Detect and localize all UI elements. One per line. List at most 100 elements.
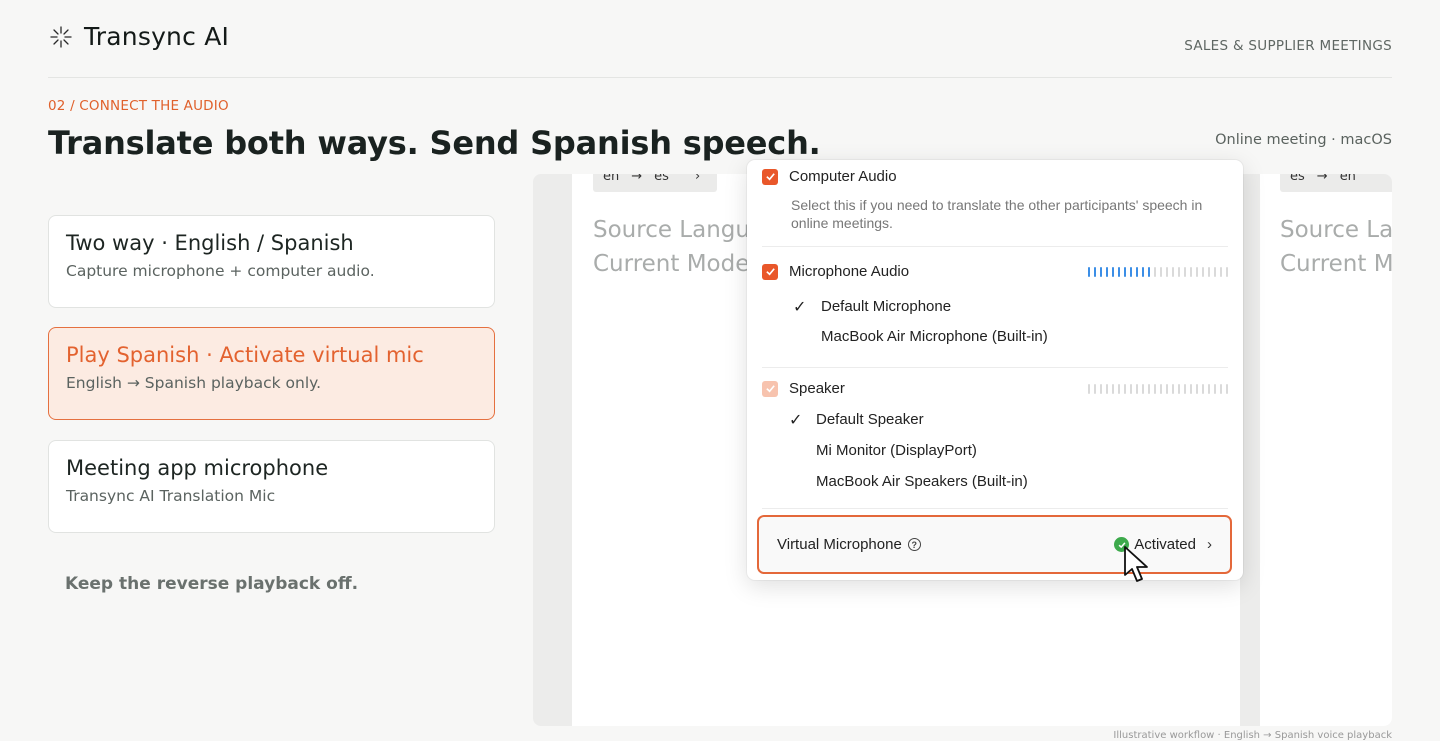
- audio-source-menu: Computer Audio Select this if you need t…: [747, 160, 1243, 580]
- meter-bar: [1130, 384, 1132, 394]
- speaker-device-monitor[interactable]: Mi Monitor (DisplayPort): [816, 442, 977, 459]
- lang-to: en: [1339, 174, 1356, 184]
- meter-bar: [1184, 267, 1186, 277]
- meter-bar: [1214, 384, 1216, 394]
- chevron-right-icon: ›: [1207, 536, 1212, 553]
- card-play-spanish[interactable]: Play Spanish · Activate virtual mic Engl…: [48, 327, 495, 420]
- meter-bar: [1148, 267, 1150, 277]
- speaker-device-default[interactable]: Default Speaker: [816, 411, 924, 428]
- meter-bar: [1160, 267, 1162, 277]
- meter-bar: [1208, 384, 1210, 394]
- checkmark-icon: ✓: [789, 412, 803, 429]
- arrow-right-icon: →: [631, 174, 643, 184]
- meter-bar: [1208, 267, 1210, 277]
- sparkle-logo-icon: [50, 25, 72, 48]
- card-title: Two way · English / Spanish: [66, 231, 354, 255]
- virtual-microphone-row[interactable]: Virtual Microphone ? Activated ›: [757, 515, 1232, 574]
- meter-bar: [1130, 267, 1132, 277]
- meter-bar: [1088, 267, 1090, 277]
- menu-divider: [762, 246, 1228, 247]
- meter-bar: [1220, 267, 1222, 277]
- card-meeting-mic[interactable]: Meeting app microphone Transync AI Trans…: [48, 440, 495, 533]
- meter-bar: [1106, 267, 1108, 277]
- lang-to: es: [654, 174, 669, 184]
- meter-bar: [1094, 384, 1096, 394]
- meter-bar: [1202, 384, 1204, 394]
- virtual-mic-label: Virtual Microphone: [777, 536, 902, 553]
- meter-bar: [1118, 267, 1120, 277]
- computer-audio-option[interactable]: Computer Audio: [762, 168, 897, 185]
- mic-level-meter: [1088, 267, 1228, 277]
- meter-bar: [1190, 267, 1192, 277]
- computer-audio-description: Select this if you need to translate the…: [791, 197, 1203, 231]
- meter-bar: [1154, 384, 1156, 394]
- meter-bar: [1112, 267, 1114, 277]
- lang-from: en: [603, 174, 620, 184]
- brand-name: Transync AI: [84, 22, 230, 51]
- header-divider: [48, 77, 1392, 78]
- option-label: Speaker: [789, 380, 845, 397]
- language-pair-chip[interactable]: es → en: [1280, 174, 1392, 192]
- meter-bar: [1226, 384, 1228, 394]
- meter-bar: [1226, 267, 1228, 277]
- translation-pane-right: es → en Source La Current M: [1260, 174, 1392, 726]
- meter-bar: [1118, 384, 1120, 394]
- card-subtitle: Capture microphone + computer audio.: [66, 262, 375, 280]
- meter-bar: [1202, 267, 1204, 277]
- meter-bar: [1106, 384, 1108, 394]
- brand-logo[interactable]: Transync AI: [50, 22, 229, 51]
- meter-bar: [1142, 267, 1144, 277]
- meter-bar: [1148, 384, 1150, 394]
- speaker-level-meter: [1088, 384, 1228, 394]
- meter-bar: [1100, 384, 1102, 394]
- checkbox-checked-disabled-icon[interactable]: [762, 380, 778, 397]
- menu-divider: [762, 367, 1228, 368]
- meter-bar: [1142, 384, 1144, 394]
- meter-bar: [1124, 267, 1126, 277]
- meter-bar: [1220, 384, 1222, 394]
- card-title: Play Spanish · Activate virtual mic: [66, 343, 424, 367]
- mic-device-default[interactable]: Default Microphone: [821, 298, 951, 315]
- meter-bar: [1136, 267, 1138, 277]
- meter-bar: [1100, 267, 1102, 277]
- card-subtitle: English → Spanish playback only.: [66, 374, 322, 392]
- microphone-audio-option[interactable]: Microphone Audio: [762, 263, 909, 280]
- language-pair-chip[interactable]: en → es ›: [593, 174, 717, 192]
- platform-meta: Online meeting · macOS: [1215, 132, 1392, 148]
- card-two-way[interactable]: Two way · English / Spanish Capture micr…: [48, 215, 495, 308]
- meter-bar: [1088, 384, 1090, 394]
- meter-bar: [1094, 267, 1096, 277]
- option-label: Microphone Audio: [789, 263, 910, 280]
- speaker-option[interactable]: Speaker: [762, 380, 845, 397]
- meter-bar: [1112, 384, 1114, 394]
- page-title: Translate both ways. Send Spanish speech…: [48, 124, 821, 162]
- chevron-right-icon: ›: [694, 174, 701, 184]
- step-label: 02 / CONNECT THE AUDIO: [48, 98, 229, 114]
- meter-bar: [1184, 384, 1186, 394]
- meter-bar: [1196, 384, 1198, 394]
- meter-bar: [1172, 267, 1174, 277]
- meter-bar: [1178, 267, 1180, 277]
- checkbox-checked-icon[interactable]: [762, 263, 778, 280]
- card-title: Meeting app microphone: [66, 456, 329, 480]
- speaker-device-builtin[interactable]: MacBook Air Speakers (Built-in): [816, 473, 1028, 490]
- source-language-text: Source La: [1280, 217, 1392, 243]
- meter-bar: [1136, 384, 1138, 394]
- meter-bar: [1178, 384, 1180, 394]
- meter-bar: [1214, 267, 1216, 277]
- arrow-right-icon: →: [1316, 174, 1328, 184]
- meter-bar: [1124, 384, 1126, 394]
- meter-bar: [1196, 267, 1198, 277]
- meter-bar: [1190, 384, 1192, 394]
- current-mode-text: Current Mode: [593, 251, 750, 277]
- checkmark-icon: ✓: [793, 299, 807, 316]
- lang-from: es: [1290, 174, 1305, 184]
- section-label: SALES & SUPPLIER MEETINGS: [1184, 38, 1392, 54]
- figure-caption: Illustrative workflow · English → Spanis…: [1113, 730, 1392, 741]
- checkbox-checked-icon[interactable]: [762, 168, 778, 185]
- meter-bar: [1172, 384, 1174, 394]
- help-icon[interactable]: ?: [907, 538, 921, 551]
- mic-device-builtin[interactable]: MacBook Air Microphone (Built-in): [821, 328, 1048, 345]
- current-mode-text: Current M: [1280, 251, 1392, 277]
- option-label: Computer Audio: [789, 168, 897, 185]
